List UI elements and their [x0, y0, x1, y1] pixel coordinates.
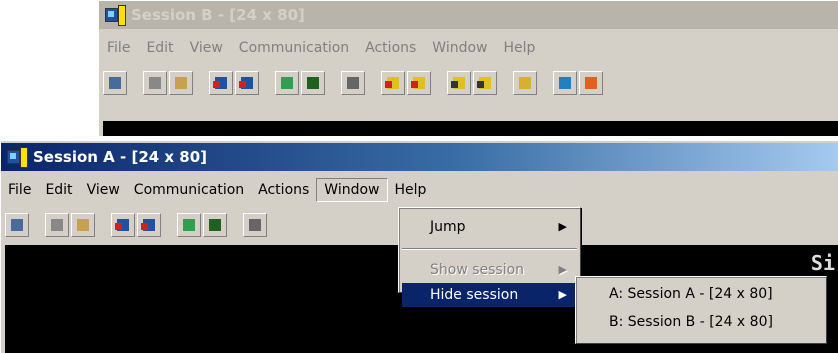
menu-item-jump[interactable]: Jump ▶: [402, 214, 577, 240]
record-macro-icon[interactable]: [381, 71, 405, 95]
menu-item-jump-label: Jump: [430, 219, 466, 235]
submenu-arrow-icon: ▶: [558, 263, 567, 276]
menu-actions[interactable]: Actions: [357, 36, 424, 60]
menu-communication[interactable]: Communication: [127, 178, 251, 202]
help-icon[interactable]: [579, 71, 603, 95]
web-icon[interactable]: [553, 71, 577, 95]
menu-communication[interactable]: Communication: [231, 36, 357, 60]
keypad-icon[interactable]: [177, 213, 201, 237]
session-b-window[interactable]: Session B - [24 x 80] File Edit View Com…: [98, 0, 838, 136]
copy-icon[interactable]: [143, 71, 167, 95]
menu-file[interactable]: File: [99, 36, 138, 60]
submenu-item-session-a[interactable]: A: Session A - [24 x 80]: [579, 281, 823, 307]
session-b-titlebar[interactable]: Session B - [24 x 80]: [99, 1, 838, 29]
send-file-icon[interactable]: [111, 213, 135, 237]
session-a-titlebar[interactable]: Session A - [24 x 80]: [1, 143, 838, 171]
menu-edit[interactable]: Edit: [138, 36, 181, 60]
keyboard-map-icon[interactable]: [301, 71, 325, 95]
clipboard-icon[interactable]: [513, 71, 537, 95]
session-b-screen[interactable]: [103, 121, 838, 136]
menu-window[interactable]: Window: [424, 36, 495, 60]
menu-item-show-session: Show session ▶: [402, 257, 577, 283]
send-file-icon[interactable]: [209, 71, 233, 95]
menu-window[interactable]: Window: [316, 178, 388, 202]
session-a-menubar: File Edit View Communication Actions Win…: [1, 177, 838, 203]
terminal-app-icon: [105, 5, 127, 26]
stop-macro-icon[interactable]: [407, 71, 431, 95]
macro-icon[interactable]: [243, 213, 267, 237]
display-icon[interactable]: [103, 71, 127, 95]
session-b-menubar: File Edit View Communication Actions Win…: [99, 35, 838, 61]
menu-actions[interactable]: Actions: [251, 178, 316, 202]
keyboard-map-icon[interactable]: [203, 213, 227, 237]
menu-item-hide-session[interactable]: Hide session ▶: [402, 283, 577, 307]
macro-icon[interactable]: [341, 71, 365, 95]
window-dropdown-menu: Jump ▶ Show session ▶ Hide session ▶: [398, 207, 581, 307]
menu-help[interactable]: Help: [496, 36, 544, 60]
submenu-item-session-b[interactable]: B: Session B - [24 x 80]: [579, 309, 823, 335]
menu-view[interactable]: View: [182, 36, 231, 60]
play-macro-icon[interactable]: [447, 71, 471, 95]
paste-icon[interactable]: [71, 213, 95, 237]
submenu-arrow-icon: ▶: [558, 220, 567, 233]
receive-file-icon[interactable]: [137, 213, 161, 237]
display-icon[interactable]: [5, 213, 29, 237]
menu-item-hide-session-label: Hide session: [430, 287, 519, 303]
submenu-arrow-icon: ▶: [558, 288, 567, 301]
keypad-icon[interactable]: [275, 71, 299, 95]
menu-item-show-session-label: Show session: [430, 262, 525, 278]
menu-help[interactable]: Help: [388, 178, 434, 202]
screen-text: Si: [810, 251, 835, 275]
menu-separator: [402, 248, 577, 250]
menu-edit[interactable]: Edit: [38, 178, 79, 202]
session-b-toolbar: [103, 65, 838, 101]
hide-session-submenu: A: Session A - [24 x 80] B: Session B - …: [575, 276, 827, 344]
copy-icon[interactable]: [45, 213, 69, 237]
paste-icon[interactable]: [169, 71, 193, 95]
macro-list-icon[interactable]: [473, 71, 497, 95]
menu-view[interactable]: View: [80, 178, 127, 202]
receive-file-icon[interactable]: [235, 71, 259, 95]
session-a-title: Session A - [24 x 80]: [33, 148, 208, 166]
terminal-app-icon: [7, 147, 29, 168]
session-b-title: Session B - [24 x 80]: [131, 6, 305, 24]
menu-file[interactable]: File: [1, 178, 38, 202]
